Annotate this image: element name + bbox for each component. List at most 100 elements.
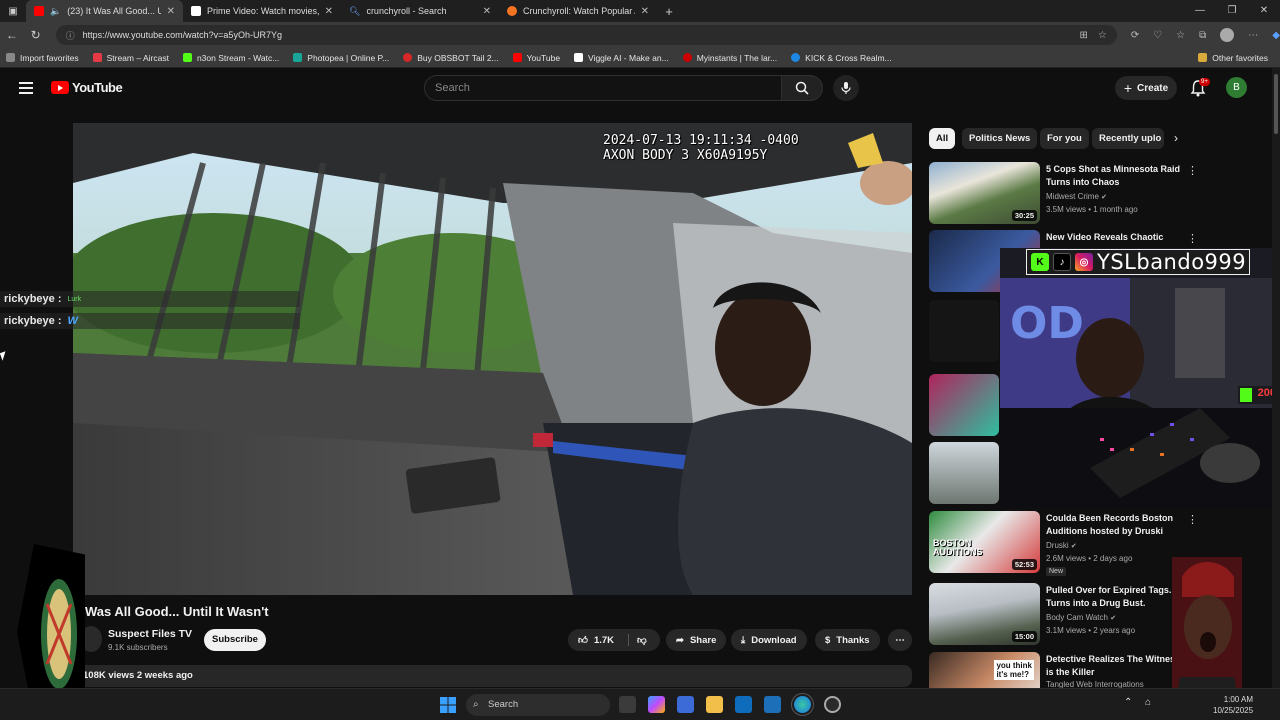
video-thumbnail[interactable] (929, 374, 999, 436)
video-player[interactable]: 2024-07-13 19:11:34 -0400 AXON BODY 3 X6… (73, 123, 912, 595)
copilot-icon[interactable]: ◆ (1272, 30, 1280, 41)
recommendation-channel[interactable]: Midwest Crime ✔ (1046, 192, 1107, 201)
tab-crunchyroll[interactable]: Crunchyroll: Watch Popular Anime ✕ (499, 0, 657, 22)
thanks-button[interactable]: $ Thanks (815, 629, 880, 651)
subscribe-button[interactable]: Subscribe (204, 629, 266, 651)
more-vertical-icon[interactable]: ⋮ (1187, 232, 1198, 245)
taskbar-search[interactable]: ⌕ Search (466, 694, 610, 716)
recommendation-channel[interactable]: Druski ✔ (1046, 541, 1077, 550)
kick-icon (182, 53, 192, 62)
bookmark-aircast[interactable]: Stream – Aircast (92, 53, 169, 63)
thumbnail-caption: you think it's me!? (994, 660, 1034, 680)
network-icon[interactable]: ⌂ (1145, 697, 1151, 708)
chevron-right-icon[interactable]: › (1174, 131, 1178, 145)
video-thumbnail[interactable] (929, 442, 999, 504)
recommendation-title[interactable]: 5 Cops Shot as Minnesota Raid Turns into… (1046, 163, 1186, 189)
tab-youtube[interactable]: 🔈 (23) It Was All Good... Until It Wa ✕ (26, 0, 183, 22)
bookmark-obsbot[interactable]: Buy OBSBOT Tail 2... (403, 53, 499, 63)
store-icon[interactable] (677, 696, 694, 713)
new-tab-button[interactable]: + (657, 4, 681, 19)
file-explorer-icon[interactable] (706, 696, 723, 713)
tab-crunchyroll-search[interactable]: 🔍︎ crunchyroll - Search ✕ (341, 0, 499, 22)
video-thumbnail[interactable] (929, 300, 999, 362)
favorite-star-icon[interactable]: ☆ (1098, 30, 1107, 41)
extensions-icon[interactable]: ⟳ (1131, 30, 1139, 41)
bookmark-kick-cross[interactable]: KICK & Cross Realm... (791, 52, 892, 63)
copilot-taskbar-icon[interactable] (648, 696, 665, 713)
thumbs-down-icon[interactable]: 👎︎ (628, 634, 647, 646)
like-dislike-button[interactable]: 👍︎ 1.7K 👎︎ (568, 629, 660, 651)
more-vertical-icon[interactable]: ⋮ (1187, 164, 1198, 177)
site-info-icon[interactable]: ⓘ (66, 29, 75, 42)
description-box[interactable]: 108K views 2 weeks ago (73, 665, 912, 687)
app-available-icon[interactable]: ⊞ (1079, 30, 1087, 41)
system-clock[interactable]: 1:00 AM 10/25/2025 (1213, 694, 1253, 716)
bookmark-import-favorites[interactable]: Import favorites (6, 53, 79, 63)
recommendation-item[interactable]: 30:25 5 Cops Shot as Minnesota Raid Turn… (929, 162, 1269, 224)
chip-recently-uploaded[interactable]: Recently uplo (1092, 128, 1164, 149)
photopea-icon (293, 53, 303, 62)
chip-all[interactable]: All (929, 128, 956, 149)
tab-prime-video[interactable]: Prime Video: Watch movies, TV sh ✕ (183, 0, 341, 22)
recommendation-title[interactable]: Coulda Been Records Boston Auditions hos… (1046, 512, 1186, 538)
create-button[interactable]: + Create (1115, 76, 1177, 100)
close-tab-icon[interactable]: ✕ (325, 6, 333, 17)
photos-icon[interactable] (764, 696, 781, 713)
recommendation-channel[interactable]: Body Cam Watch ✔ (1046, 613, 1116, 622)
video-thumbnail[interactable]: you think it's me!? (929, 652, 1040, 688)
back-icon[interactable]: ← (0, 28, 24, 42)
voice-search-button[interactable] (833, 75, 859, 101)
bookmark-myinstants[interactable]: Myinstants | The lar... (682, 53, 777, 63)
scrollbar-thumb[interactable] (1274, 74, 1278, 134)
other-favorites[interactable]: Other favorites (1198, 53, 1268, 63)
chip-politics-news[interactable]: Politics News (962, 128, 1038, 149)
youtube-logo[interactable]: YouTube (51, 80, 123, 95)
account-avatar[interactable]: B (1226, 77, 1247, 98)
menu-icon[interactable] (19, 82, 33, 94)
recommendation-title[interactable]: Pulled Over for Expired Tags. Turns into… (1046, 584, 1186, 610)
recommendation-title[interactable]: New Video Reveals Chaotic (1046, 231, 1186, 244)
svg-text:OD: OD (1010, 298, 1084, 349)
bookmark-label: KICK & Cross Realm... (805, 52, 892, 63)
more-icon[interactable]: ⋯ (1248, 30, 1258, 41)
chevron-up-icon[interactable]: ⌃ (1124, 697, 1132, 708)
settings-gear-icon[interactable] (824, 696, 841, 713)
tab-actions-icon[interactable]: ▣ (0, 0, 26, 22)
more-vertical-icon[interactable]: ⋮ (1187, 513, 1198, 526)
profile-icon[interactable] (1220, 28, 1235, 42)
collections-icon[interactable]: ⧉ (1199, 30, 1206, 41)
recommendation-channel[interactable]: Tangled Web Interrogations (1046, 680, 1144, 688)
bookmark-viggle[interactable]: Viggle AI - Make an... (574, 53, 669, 63)
page-scrollbar[interactable] (1272, 68, 1280, 688)
video-thumbnail[interactable]: 15:00 (929, 583, 1040, 645)
close-tab-icon[interactable]: ✕ (641, 6, 649, 17)
channel-name[interactable]: Suspect Files TV (108, 628, 192, 640)
video-thumbnail[interactable]: BOSTON AUDITIONS 52:53 (929, 511, 1040, 573)
favorites-icon[interactable]: ☆ (1176, 30, 1185, 41)
task-view-icon[interactable] (619, 696, 636, 713)
windows-start-icon[interactable] (440, 697, 456, 713)
search-button[interactable] (781, 75, 823, 101)
share-button[interactable]: ➦ Share (666, 629, 727, 651)
url-field[interactable]: ⓘ https://www.youtube.com/watch?v=a5yOh-… (55, 25, 1117, 45)
bookmark-photopea[interactable]: Photopea | Online P... (293, 53, 389, 63)
restore-icon[interactable]: ❐ (1216, 0, 1248, 22)
chip-for-you[interactable]: For you (1040, 128, 1089, 149)
outlook-icon[interactable] (735, 696, 752, 713)
bookmark-n3on[interactable]: n3on Stream - Watc... (182, 53, 279, 63)
search-input[interactable]: Search (424, 75, 782, 101)
bookmark-youtube[interactable]: YouTube (512, 53, 560, 63)
browser-essentials-icon[interactable]: ♡ (1153, 30, 1162, 41)
more-actions-button[interactable]: ⋯ (888, 629, 912, 651)
close-window-icon[interactable]: ✕ (1248, 0, 1280, 22)
video-thumbnail[interactable]: 30:25 (929, 162, 1040, 224)
edge-browser-icon[interactable] (791, 693, 814, 716)
thumbs-up-icon[interactable]: 👍︎ (578, 634, 588, 646)
close-tab-icon[interactable]: ✕ (167, 6, 175, 17)
download-button[interactable]: ⤓ Download (731, 629, 807, 651)
close-tab-icon[interactable]: ✕ (483, 6, 491, 17)
recommendation-title[interactable]: Detective Realizes The Witness is the Ki… (1046, 653, 1186, 679)
minimize-icon[interactable]: — (1184, 0, 1216, 22)
mute-icon[interactable]: 🔈 (50, 6, 61, 17)
refresh-icon[interactable]: ↻ (24, 28, 48, 42)
